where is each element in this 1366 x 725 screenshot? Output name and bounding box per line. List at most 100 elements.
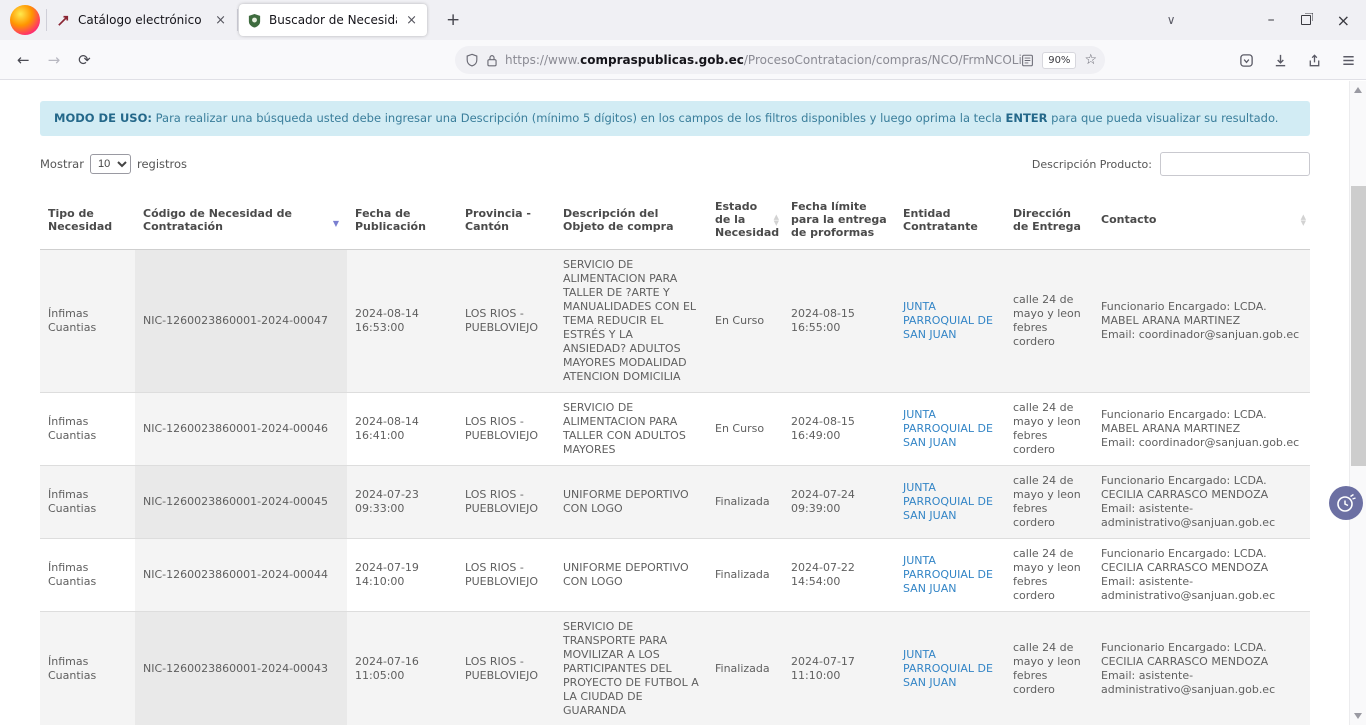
header-estado-necesidad[interactable]: Estado de la Necesidad▲▼	[707, 190, 783, 250]
cell-provincia: LOS RIOS - PUEBLOVIEJO	[457, 250, 555, 393]
url-bar[interactable]: https://www.compraspublicas.gob.ec/Proce…	[455, 46, 1105, 74]
show-label: Mostrar	[40, 157, 84, 171]
cell-contacto: Funcionario Encargado: LCDA. MABEL ARANA…	[1093, 393, 1310, 466]
cell-direccion: calle 24 de mayo y leon febres cordero	[1005, 539, 1093, 612]
product-filter: Descripción Producto:	[1032, 152, 1310, 176]
table-controls: Mostrar 10 registros Descripción Product…	[40, 152, 1310, 176]
cell-estado: Finalizada	[707, 539, 783, 612]
table-row: Ínfimas Cuantias NIC-1260023860001-2024-…	[40, 539, 1310, 612]
cell-direccion: calle 24 de mayo y leon febres cordero	[1005, 612, 1093, 725]
entity-link[interactable]: JUNTA PARROQUIAL DE SAN JUAN	[903, 300, 993, 341]
scroll-up-icon[interactable]	[1354, 87, 1362, 93]
table-row: Ínfimas Cuantias NIC-1260023860001-2024-…	[40, 250, 1310, 393]
browser-tab-bar: Catálogo electrónico × Buscador de Neces…	[0, 0, 1366, 40]
entity-link[interactable]: JUNTA PARROQUIAL DE SAN JUAN	[903, 554, 993, 595]
cell-codigo: NIC-1260023860001-2024-00047	[135, 250, 347, 393]
share-export-icon[interactable]	[1307, 53, 1322, 68]
product-description-input[interactable]	[1160, 152, 1310, 176]
entity-link[interactable]: JUNTA PARROQUIAL DE SAN JUAN	[903, 481, 993, 522]
header-fecha-limite[interactable]: Fecha límite para la entrega de proforma…	[783, 190, 895, 250]
header-fecha-publicacion[interactable]: Fecha de Publicación	[347, 190, 457, 250]
cell-fecha-limite: 2024-07-24 09:39:00	[783, 466, 895, 539]
browser-nav-bar: ← → ⟳ https://www.compraspublicas.gob.ec…	[0, 40, 1366, 80]
tab-buscador-necesidades[interactable]: Buscador de Necesidades de Co ×	[239, 4, 427, 36]
cell-estado: En Curso	[707, 393, 783, 466]
minimize-button[interactable]: –	[1268, 12, 1275, 28]
cell-descripcion: SERVICIO DE ALIMENTACION PARA TALLER DE …	[555, 250, 707, 393]
cell-tipo: Ínfimas Cuantias	[40, 466, 135, 539]
tab-title: Buscador de Necesidades de Co	[269, 13, 397, 27]
cell-contacto: Funcionario Encargado: LCDA. CECILIA CAR…	[1093, 539, 1310, 612]
cell-estado: En Curso	[707, 250, 783, 393]
bookmark-star-icon[interactable]: ☆	[1084, 52, 1097, 68]
new-tab-button[interactable]: +	[438, 8, 468, 32]
page-size-select[interactable]: 10	[90, 154, 131, 174]
cell-entidad: JUNTA PARROQUIAL DE SAN JUAN	[895, 612, 1005, 725]
cell-provincia: LOS RIOS - PUEBLOVIEJO	[457, 612, 555, 725]
shield-permissions-icon[interactable]	[465, 53, 479, 67]
cell-fecha-publicacion: 2024-08-14 16:41:00	[347, 393, 457, 466]
cell-direccion: calle 24 de mayo y leon febres cordero	[1005, 466, 1093, 539]
forward-button[interactable]: →	[39, 47, 70, 73]
cell-descripcion: SERVICIO DE ALIMENTACION PARA TALLER CON…	[555, 393, 707, 466]
lock-icon[interactable]	[486, 54, 498, 67]
firefox-logo-icon[interactable]	[10, 5, 40, 35]
scroll-down-icon[interactable]	[1354, 713, 1362, 719]
url-text[interactable]: https://www.compraspublicas.gob.ec/Proce…	[505, 53, 1021, 67]
url-path: /ProcesoContratacion/compras/NCO/FrmNCOL…	[744, 53, 1021, 67]
back-button[interactable]: ←	[8, 47, 39, 73]
cell-descripcion: UNIFORME DEPORTIVO CON LOGO	[555, 466, 707, 539]
cell-codigo: NIC-1260023860001-2024-00043	[135, 612, 347, 725]
download-icon[interactable]	[1273, 53, 1288, 68]
cell-fecha-publicacion: 2024-08-14 16:53:00	[347, 250, 457, 393]
cell-entidad: JUNTA PARROQUIAL DE SAN JUAN	[895, 539, 1005, 612]
cell-direccion: calle 24 de mayo y leon febres cordero	[1005, 250, 1093, 393]
cell-contacto: Funcionario Encargado: LCDA. CECILIA CAR…	[1093, 612, 1310, 725]
clock-icon	[1334, 491, 1358, 515]
filter-label: Descripción Producto:	[1032, 158, 1152, 171]
reader-view-icon[interactable]	[1021, 54, 1034, 67]
sort-descending-icon[interactable]: ▼	[333, 217, 339, 230]
header-descripcion-objeto[interactable]: Descripción del Objeto de compra	[555, 190, 707, 250]
menu-hamburger-icon[interactable]	[1341, 53, 1356, 68]
sort-both-icon[interactable]: ▲▼	[774, 214, 779, 226]
sort-both-icon[interactable]: ▲▼	[1301, 214, 1306, 226]
buscador-favicon-icon	[247, 13, 262, 28]
banner-text-end: para que pueda visualizar su resultado.	[1048, 111, 1279, 125]
entity-link[interactable]: JUNTA PARROQUIAL DE SAN JUAN	[903, 648, 993, 689]
cell-contacto: Funcionario Encargado: LCDA. MABEL ARANA…	[1093, 250, 1310, 393]
tab-close-icon[interactable]: ×	[404, 13, 419, 28]
header-codigo-necesidad[interactable]: Código de Necesidad de Contratación▼	[135, 190, 347, 250]
shield-check-icon[interactable]	[1239, 53, 1254, 68]
table-header-row: Tipo de Necesidad Código de Necesidad de…	[40, 190, 1310, 250]
banner-bold-prefix: MODO DE USO:	[54, 111, 152, 125]
banner-text: Para realizar una búsqueda usted debe in…	[152, 111, 1006, 125]
tab-divider	[237, 9, 238, 31]
scrollbar-thumb[interactable]	[1351, 186, 1366, 466]
entity-link[interactable]: JUNTA PARROQUIAL DE SAN JUAN	[903, 408, 993, 449]
vertical-scrollbar[interactable]	[1349, 81, 1366, 725]
cell-estado: Finalizada	[707, 612, 783, 725]
cell-entidad: JUNTA PARROQUIAL DE SAN JUAN	[895, 250, 1005, 393]
tab-catalogo-electronico[interactable]: Catálogo electrónico ×	[48, 4, 236, 36]
close-window-button[interactable]: ×	[1337, 11, 1350, 30]
tab-close-icon[interactable]: ×	[213, 13, 228, 28]
usage-info-banner: MODO DE USO: Para realizar una búsqueda …	[40, 101, 1310, 136]
header-direccion-entrega[interactable]: Dirección de Entrega	[1005, 190, 1093, 250]
cell-provincia: LOS RIOS - PUEBLOVIEJO	[457, 539, 555, 612]
header-contacto[interactable]: Contacto▲▼	[1093, 190, 1310, 250]
cell-descripcion: UNIFORME DEPORTIVO CON LOGO	[555, 539, 707, 612]
page-size-control: Mostrar 10 registros	[40, 154, 187, 174]
cell-fecha-limite: 2024-07-17 11:10:00	[783, 612, 895, 725]
header-provincia-canton[interactable]: Provincia - Cantón	[457, 190, 555, 250]
restore-window-button[interactable]	[1301, 15, 1311, 25]
reload-button[interactable]: ⟳	[69, 47, 100, 73]
header-tipo-necesidad[interactable]: Tipo de Necesidad	[40, 190, 135, 250]
list-all-tabs-icon[interactable]: ∨	[1167, 13, 1176, 27]
cell-descripcion: SERVICIO DE TRANSPORTE PARA MOVILIZAR A …	[555, 612, 707, 725]
header-entidad-contratante[interactable]: Entidad Contratante	[895, 190, 1005, 250]
zoom-level-badge[interactable]: 90%	[1042, 52, 1076, 69]
table-row: Ínfimas Cuantias NIC-1260023860001-2024-…	[40, 393, 1310, 466]
needs-table: Tipo de Necesidad Código de Necesidad de…	[40, 190, 1310, 725]
floating-clock-widget-button[interactable]	[1329, 486, 1363, 520]
